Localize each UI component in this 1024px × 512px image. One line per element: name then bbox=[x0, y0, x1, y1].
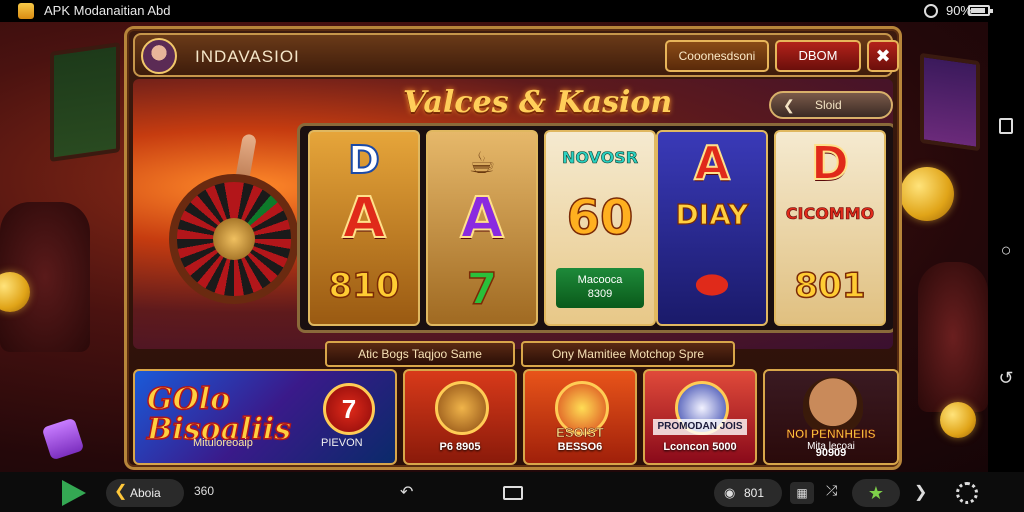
promo-strip: Atic Bogs Taqjoo Same Ony Mamitiee Motch… bbox=[325, 341, 859, 367]
alarm-icon bbox=[923, 3, 938, 18]
grid-icon[interactable]: ▦ bbox=[790, 482, 814, 504]
reel-prize-pill: Macooca 8309 bbox=[556, 268, 644, 308]
dealer-avatar bbox=[803, 377, 863, 433]
chevron-right-icon[interactable]: ❯ bbox=[914, 482, 927, 502]
reel-symbol-bottom: ⬬ bbox=[695, 262, 729, 306]
roulette-illustration bbox=[159, 133, 309, 304]
tile-game-3[interactable]: ESOIST BESSO6 bbox=[523, 369, 637, 465]
deposit-button[interactable]: DBOM bbox=[775, 40, 861, 72]
coin-icon bbox=[900, 167, 954, 221]
bottom-bar: ❮ Aboia 360 ↶ ◉ 801 ▦ ⤮ ★ ❯ bbox=[0, 472, 1024, 512]
tile-label: P6 8905 bbox=[439, 441, 481, 453]
tile-live-dealer[interactable]: NOI PENNHEIIS Mita lecoai 90909 bbox=[763, 369, 899, 465]
reel-symbol-top: D bbox=[347, 137, 381, 183]
reel-symbol-top: A bbox=[693, 135, 731, 191]
sort-label: Sloid bbox=[815, 98, 842, 112]
tile-label: BESSO6 bbox=[557, 441, 603, 453]
reel-4[interactable]: A DIAY ⬬ bbox=[656, 130, 768, 326]
tile-emblem-text: ESOIST bbox=[556, 425, 604, 441]
wall-screen-left bbox=[50, 42, 120, 162]
reel-3[interactable]: NOVOSR 60 Macooca 8309 bbox=[544, 130, 656, 326]
bonus-title: GOlo Bisoaliis bbox=[146, 382, 292, 446]
reel-symbol-middle: A bbox=[459, 185, 504, 252]
shuffle-icon[interactable]: ⤮ bbox=[826, 482, 837, 499]
battery-icon bbox=[968, 5, 993, 16]
prize-label: Macooca bbox=[577, 274, 623, 286]
bonus-subtitle: Mituloreoaip bbox=[193, 437, 253, 449]
dice-icon bbox=[41, 417, 85, 461]
back-button[interactable]: ↺ bbox=[996, 368, 1016, 388]
reel-symbol-bottom: 801 bbox=[794, 265, 866, 307]
reel-2[interactable]: ☕ A 7 bbox=[426, 130, 538, 326]
top-bar: INDAVASIOI Cooonesdsoni DBOM ✖ bbox=[133, 33, 899, 77]
prize-value: 8309 bbox=[587, 288, 613, 300]
reel-symbol-bottom: 7 bbox=[466, 263, 498, 316]
bonus-title-line-1: GOlo bbox=[146, 382, 231, 417]
reel-symbol-top: ☕ bbox=[468, 146, 496, 181]
tile-emblem-text: PROMODAN JOIS bbox=[653, 419, 747, 435]
home-button[interactable]: ○ bbox=[996, 240, 1016, 260]
bonus-badge: 7 bbox=[323, 383, 375, 435]
reel-symbol-middle: CICOMMO bbox=[785, 204, 875, 224]
app-icon bbox=[18, 3, 34, 19]
reel-symbol-top: D bbox=[810, 135, 850, 191]
status-bar: APK Modanaitian Abd 90% bbox=[0, 0, 1024, 22]
reel-symbol-middle: A bbox=[341, 185, 386, 252]
location-pill[interactable]: ◉ 801 bbox=[714, 479, 782, 507]
reel-symbol-middle: 60 bbox=[566, 189, 634, 247]
tile-game-4[interactable]: PROMODAN JOIS Lconcon 5000 bbox=[643, 369, 757, 465]
location-value: 801 bbox=[744, 486, 765, 500]
compass-icon bbox=[435, 381, 489, 435]
banner-title: Valces & Kasion bbox=[403, 85, 673, 120]
dealer-value: 90909 bbox=[815, 447, 847, 459]
sort-dropdown[interactable]: ❮ Sloid bbox=[769, 91, 893, 119]
tile-label: Lconcon 5000 bbox=[663, 441, 737, 453]
play-store-icon[interactable] bbox=[62, 480, 86, 506]
reel-1[interactable]: D A 810 bbox=[308, 130, 420, 326]
recents-button[interactable] bbox=[999, 118, 1013, 134]
status-indicators: 90% bbox=[923, 3, 972, 18]
promo-left[interactable]: Atic Bogs Taqjoo Same bbox=[325, 341, 515, 367]
dealer-name: NOI PENNHEIIS bbox=[786, 427, 876, 442]
reel-symbol-middle: DIAY bbox=[675, 197, 749, 231]
reel-symbol-top: NOVOSR bbox=[561, 148, 639, 168]
roulette-wheel-icon bbox=[169, 174, 299, 304]
back-label: Aboia bbox=[130, 486, 161, 500]
gear-icon[interactable] bbox=[956, 482, 978, 504]
system-nav-bar: ○ ↺ bbox=[988, 22, 1024, 472]
tile-gold-bonus[interactable]: GOlo Bisoaliis Mituloreoaip 7 PIEVON bbox=[133, 369, 397, 465]
avatar[interactable] bbox=[141, 38, 177, 74]
recents-square-button[interactable] bbox=[503, 486, 523, 500]
coin-icon bbox=[940, 402, 976, 438]
reel-symbol-bottom: 810 bbox=[328, 265, 400, 307]
counter-text: 360 bbox=[194, 484, 215, 498]
reel-5[interactable]: D CICOMMO 801 ▶ bbox=[774, 130, 886, 326]
undo-icon[interactable]: ↶ bbox=[400, 482, 413, 502]
coins-button[interactable]: Cooonesdsoni bbox=[665, 40, 769, 72]
wall-screen-right bbox=[920, 52, 980, 152]
location-pin-icon: ◉ bbox=[724, 485, 736, 500]
game-tiles: GOlo Bisoaliis Mituloreoaip 7 PIEVON P6 … bbox=[133, 369, 899, 465]
chair-right bbox=[918, 262, 988, 412]
tile-game-2[interactable]: P6 8905 bbox=[403, 369, 517, 465]
back-pill-button[interactable]: ❮ Aboia bbox=[106, 479, 184, 507]
slot-reels[interactable]: D A 810 ☕ A 7 NOVOSR 60 Macooca 8309 A D… bbox=[297, 123, 893, 333]
chevron-left-icon: ❮ bbox=[783, 97, 795, 113]
game-panel: INDAVASIOI Cooonesdsoni DBOM ✖ Valces & … bbox=[124, 26, 902, 470]
player-name: INDAVASIOI bbox=[195, 47, 300, 66]
favorite-star-button[interactable]: ★ bbox=[852, 479, 900, 507]
status-app-title: APK Modanaitian Abd bbox=[44, 3, 171, 18]
chevron-left-icon: ❮ bbox=[114, 483, 128, 500]
close-icon[interactable]: ✖ bbox=[867, 40, 899, 72]
promo-right[interactable]: Ony Mamitiee Motchop Spre bbox=[521, 341, 735, 367]
hero-banner: Valces & Kasion ❮ Sloid D A 810 ☕ A 7 NO… bbox=[133, 79, 893, 349]
bonus-label: PIEVON bbox=[321, 437, 363, 449]
